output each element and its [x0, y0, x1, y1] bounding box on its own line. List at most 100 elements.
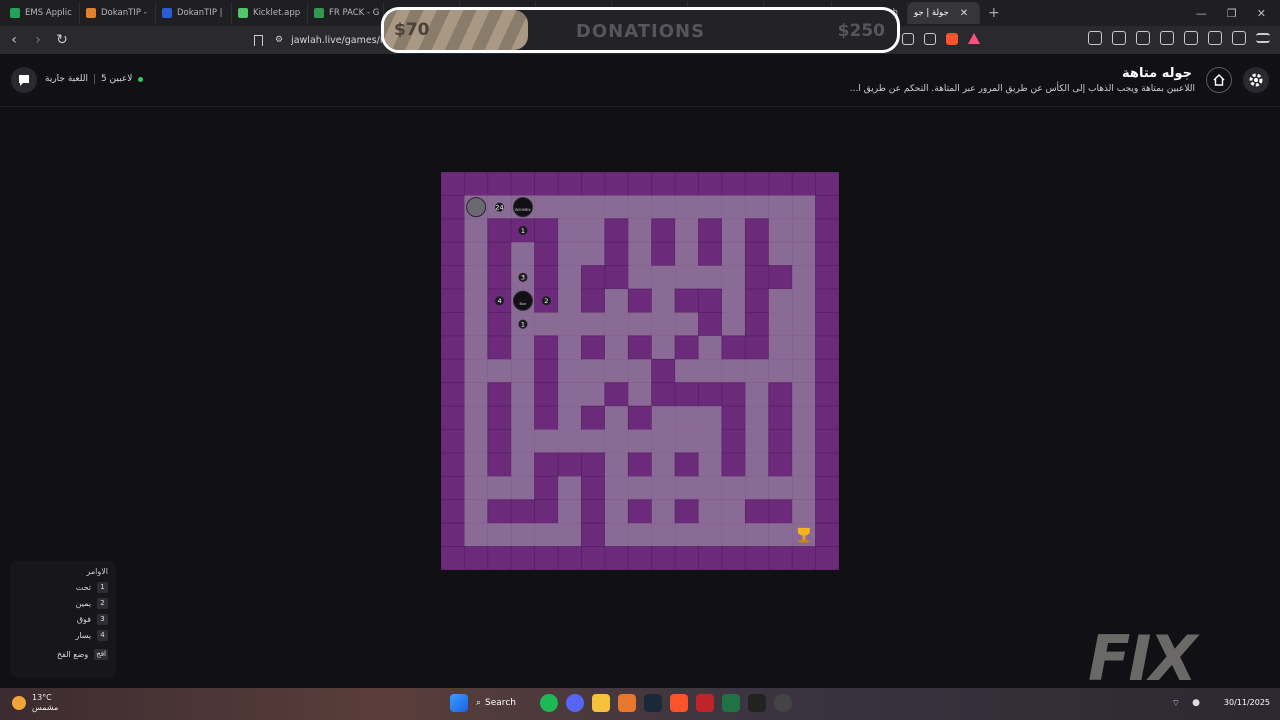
- maze-wall-cell: [440, 288, 465, 313]
- maze-path-cell: [558, 406, 582, 430]
- maze-path-cell: [792, 406, 816, 430]
- taskbar-search[interactable]: ⌕ Search: [476, 698, 532, 708]
- weather-condition: مشمس: [32, 703, 59, 712]
- brave-rewards-icon[interactable]: [968, 33, 980, 44]
- capcut-icon[interactable]: [748, 694, 766, 712]
- maze-wall-cell: [744, 335, 770, 360]
- wifi-icon[interactable]: ⌔: [1172, 698, 1180, 709]
- brave-shield-icon[interactable]: [946, 33, 958, 45]
- minimize-icon[interactable]: —: [1196, 7, 1207, 20]
- maze-wall-cell: [791, 546, 816, 571]
- maze-wall-cell: [581, 475, 606, 501]
- maze-wall-cell: [651, 171, 676, 196]
- maze-path-cell: [558, 195, 582, 219]
- windows-start-icon[interactable]: [450, 694, 468, 712]
- svg-text:3: 3: [521, 274, 525, 282]
- maze-wall-cell: [487, 405, 512, 430]
- browser-tab[interactable]: DokanTIP |: [156, 2, 232, 24]
- command-key: 3: [97, 614, 108, 625]
- maze-path-cell: [581, 195, 605, 219]
- bookmark-icon[interactable]: [254, 34, 263, 46]
- weather-widget[interactable]: 13°C مشمس: [12, 693, 58, 713]
- maze-wall-cell: [674, 382, 699, 407]
- vpn-icon[interactable]: [1232, 31, 1246, 45]
- close-tab-icon[interactable]: ✕: [960, 8, 968, 19]
- maze-wall-cell: [440, 241, 465, 267]
- close-window-icon[interactable]: ✕: [1257, 7, 1266, 20]
- maze-path-cell: [698, 195, 722, 219]
- translate-icon[interactable]: [902, 33, 914, 45]
- maze-path-cell: [698, 265, 722, 290]
- maze-path-cell: [792, 476, 816, 500]
- browser-tab[interactable]: DokanTIP -: [80, 2, 156, 24]
- maze-wall-cell: [768, 405, 793, 430]
- back-icon[interactable]: ‹: [4, 32, 24, 48]
- browser-tab[interactable]: EMS Applic: [4, 2, 80, 24]
- obs-icon[interactable]: [774, 694, 792, 712]
- active-browser-tab[interactable]: جولة | جو ✕: [908, 2, 980, 24]
- menu-icon[interactable]: [1256, 33, 1270, 43]
- home-icon: [1213, 74, 1225, 86]
- brave-browser-icon[interactable]: [670, 694, 688, 712]
- maze-wall-cell: [557, 546, 582, 571]
- share-icon[interactable]: [924, 33, 936, 45]
- maze-wall-cell: [487, 171, 512, 196]
- maze-wall-cell: [604, 546, 629, 571]
- steam-icon[interactable]: [644, 694, 662, 712]
- mic-icon[interactable]: ●: [1192, 698, 1200, 709]
- maze-path-cell: [745, 406, 769, 430]
- site-info-icon[interactable]: ⚙: [275, 35, 283, 45]
- maze-wall-cell: [487, 265, 512, 290]
- maze-path-cell: [558, 242, 582, 266]
- maze-wall-cell: [534, 452, 559, 477]
- file-explorer-icon[interactable]: [592, 694, 610, 712]
- new-tab-icon[interactable]: +: [980, 5, 1008, 21]
- maze-wall-cell: [534, 475, 559, 501]
- maze-wall-cell: [744, 265, 770, 290]
- wallet-icon[interactable]: [1184, 31, 1198, 45]
- url-text[interactable]: jawlah.live/games/ma: [291, 35, 395, 46]
- home-button[interactable]: [1206, 67, 1232, 93]
- maze-path-cell: [487, 476, 512, 500]
- maze-path-cell: [604, 499, 629, 524]
- maze-path-cell: [792, 195, 816, 219]
- settings-button[interactable]: [1243, 67, 1269, 93]
- maze-wall-cell: [768, 429, 793, 454]
- maze-wall-cell: [440, 522, 465, 547]
- maze-wall-cell: [768, 499, 793, 524]
- maximize-icon[interactable]: ❐: [1227, 7, 1237, 20]
- player-2-name: BOOMEX: [515, 208, 531, 212]
- sidebar-icon[interactable]: [1160, 31, 1174, 45]
- maze-path-cell: [721, 359, 746, 383]
- maze-path-cell: [651, 499, 676, 524]
- maze-path-cell: [464, 452, 488, 477]
- browser-tab[interactable]: FR PACK - G: [308, 2, 384, 24]
- screenshot-icon[interactable]: [1112, 31, 1126, 45]
- media-icon[interactable]: [1136, 31, 1150, 45]
- forward-icon[interactable]: ›: [28, 32, 48, 48]
- maze-wall-cell: [674, 335, 699, 360]
- spotify-icon[interactable]: [540, 694, 558, 712]
- excel-icon[interactable]: [722, 694, 740, 712]
- svg-text:2: 2: [544, 297, 548, 305]
- browser-tab[interactable]: Kicklet.app: [232, 2, 308, 24]
- taskbar-date[interactable]: 30/11/2025: [1224, 698, 1270, 707]
- extensions-icon[interactable]: [1088, 31, 1102, 45]
- chat-button[interactable]: [11, 67, 37, 93]
- discord-icon[interactable]: [566, 694, 584, 712]
- maze-wall-cell: [487, 452, 512, 477]
- maze-wall-cell: [440, 265, 465, 290]
- maze-path-cell: [558, 265, 582, 290]
- maze-path-cell: [464, 312, 488, 336]
- maze-path-cell: [792, 429, 816, 453]
- app-orange-icon[interactable]: [618, 694, 636, 712]
- maze-wall-cell: [744, 218, 770, 243]
- sun-icon: [12, 696, 26, 710]
- maze-wall-cell: [627, 546, 653, 571]
- reload-icon[interactable]: ↻: [52, 32, 72, 48]
- leo-ai-icon[interactable]: [1208, 31, 1222, 45]
- maze-path-cell: [792, 265, 816, 290]
- maze-wall-cell: [651, 218, 676, 243]
- move-down-hint: 1: [518, 319, 528, 329]
- app-red-icon[interactable]: [696, 694, 714, 712]
